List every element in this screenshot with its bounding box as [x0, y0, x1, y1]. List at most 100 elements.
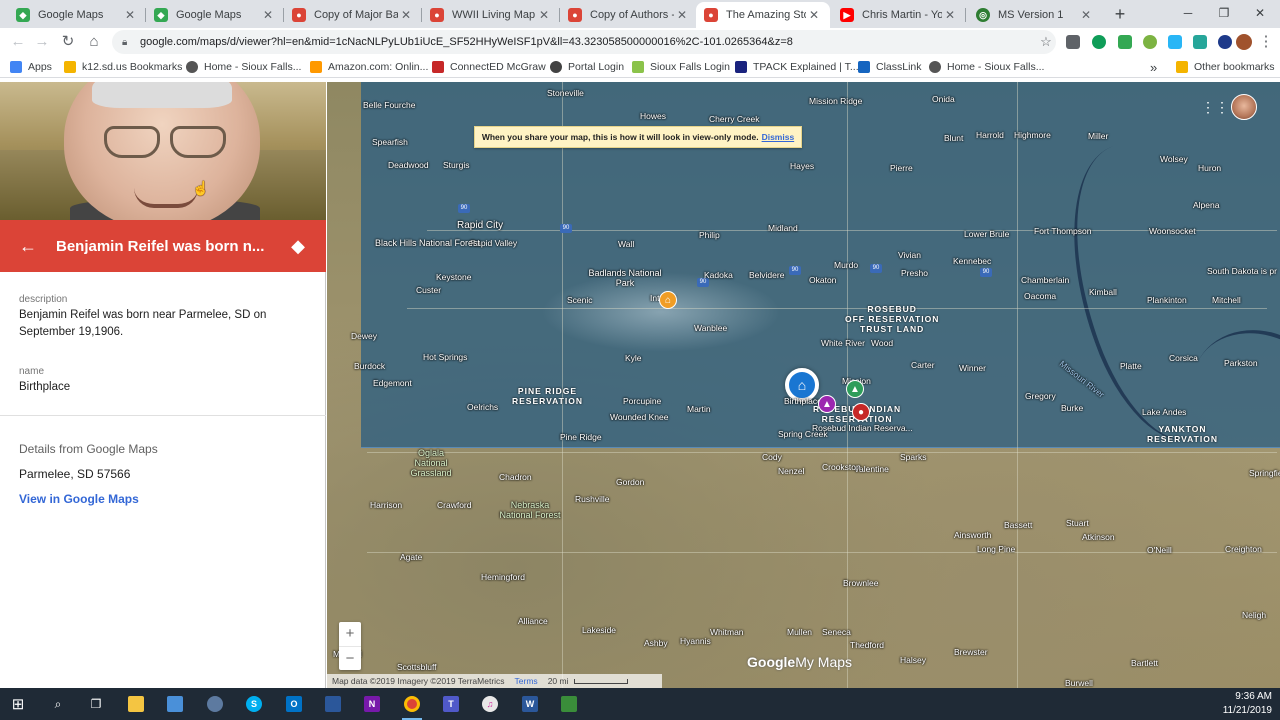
map-label: Dewey: [351, 331, 377, 341]
map-label: Halsey: [900, 655, 926, 665]
other-bookmarks[interactable]: Other bookmarks: [1176, 59, 1275, 75]
terms-link[interactable]: Terms: [515, 676, 538, 686]
tab-wwii-living-map[interactable]: ● WWII Living Map - ( ✕: [422, 2, 560, 28]
map-label: Cody: [762, 452, 782, 462]
extension-n-icon[interactable]: [1218, 35, 1232, 49]
close-tab-icon[interactable]: ✕: [1078, 8, 1094, 22]
tab-copy-of-major-battles[interactable]: ● Copy of Major Battl ✕: [284, 2, 422, 28]
bookmark-label: ConnectED McGraw: [450, 61, 546, 73]
bookmark-star-icon[interactable]: ☆: [1036, 34, 1056, 50]
mountain-marker-icon[interactable]: ▲: [818, 395, 836, 413]
close-window-button[interactable]: ✕: [1245, 4, 1275, 22]
tab-the-amazing-story[interactable]: ● The Amazing Story o ✕: [696, 2, 830, 28]
reload-icon[interactable]: ↻: [58, 32, 78, 52]
minimize-button[interactable]: ─: [1173, 4, 1203, 22]
zoom-in-button[interactable]: +: [339, 622, 361, 646]
back-icon[interactable]: ←: [8, 32, 28, 52]
directions-icon[interactable]: ◆: [270, 236, 326, 257]
bookmark-classlink[interactable]: ClassLink: [858, 59, 922, 75]
new-tab-button[interactable]: +: [1110, 4, 1130, 24]
map-label: Porcupine: [623, 396, 662, 406]
dismiss-link[interactable]: Dismiss: [762, 132, 795, 142]
menu-icon[interactable]: ⋮: [1256, 32, 1276, 52]
skype-icon[interactable]: S: [242, 692, 266, 716]
app-bird-icon[interactable]: [203, 692, 227, 716]
close-tab-icon[interactable]: ✕: [398, 8, 414, 22]
system-clock[interactable]: 9:36 AM 11/21/2019: [1192, 690, 1272, 718]
museum-marker-icon[interactable]: ⌂: [659, 291, 677, 309]
map-label: Kennebec: [953, 256, 992, 266]
extension-badge-icon[interactable]: [1092, 35, 1106, 49]
bookmark-label: Apps: [28, 61, 52, 73]
address-bar[interactable]: 🔒︎ google.com/maps/d/viewer?hl=en&mid=1c…: [112, 30, 1056, 54]
word-icon[interactable]: W: [518, 692, 542, 716]
bookmark-home-sioux-falls-2[interactable]: Home - Sioux Falls...: [929, 59, 1044, 75]
teams-icon[interactable]: T: [439, 692, 463, 716]
tab-ms-version-1[interactable]: ◎ MS Version 1 ✕: [968, 2, 1102, 28]
map-canvas[interactable]: 90 90 90 90 90 90 Belle Fourche Stonevil…: [327, 82, 1280, 688]
bookmark-tpack[interactable]: TPACK Explained | T...: [735, 59, 859, 75]
zoom-out-button[interactable]: −: [339, 647, 361, 671]
map-label: Corsica: [1169, 353, 1198, 363]
outlook-icon[interactable]: O: [282, 692, 306, 716]
itunes-icon[interactable]: ♫: [478, 692, 502, 716]
home-icon[interactable]: ⌂: [84, 32, 104, 52]
camp-marker-icon[interactable]: ▲: [846, 380, 864, 398]
map-label: Lake Andes: [1142, 407, 1187, 417]
bookmark-label: Other bookmarks: [1194, 61, 1275, 73]
close-tab-icon[interactable]: ✕: [942, 8, 958, 22]
extension-screen-icon[interactable]: [1168, 35, 1182, 49]
map-label: Mission Ridge: [809, 96, 863, 106]
close-tab-icon[interactable]: ✕: [122, 8, 138, 22]
map-label: Ashby: [644, 638, 668, 648]
map-label: Kyle: [625, 353, 642, 363]
bookmark-portal-login[interactable]: Portal Login: [550, 59, 624, 75]
start-windows-icon[interactable]: ⊞: [6, 692, 30, 716]
map-label: Bartlett: [1131, 658, 1158, 668]
onenote-icon[interactable]: N: [360, 692, 384, 716]
tab-google-maps-2[interactable]: ◆ Google Maps ✕: [146, 2, 284, 28]
map-label: Neligh: [1242, 610, 1267, 620]
store-icon[interactable]: [163, 692, 187, 716]
restore-button[interactable]: ❐: [1209, 4, 1239, 22]
bookmark-apps[interactable]: Apps: [10, 59, 52, 75]
back-arrow-icon[interactable]: ←: [0, 236, 56, 257]
tab-google-maps-1[interactable]: ◆ Google Maps ✕: [8, 2, 146, 28]
bookmark-label: k12.sd.us Bookmarks: [82, 61, 183, 73]
map-label: Sturgis: [443, 160, 470, 170]
task-view-icon[interactable]: ❐: [84, 692, 108, 716]
reservation-marker-icon[interactable]: ●: [852, 403, 870, 421]
bookmark-k12[interactable]: k12.sd.us Bookmarks: [64, 59, 182, 75]
file-explorer-icon[interactable]: [124, 692, 148, 716]
close-tab-icon[interactable]: ✕: [674, 8, 690, 22]
extension-shield-icon[interactable]: [1066, 35, 1080, 49]
forest-label: Oglala National Grassland: [410, 448, 452, 478]
close-tab-icon[interactable]: ✕: [260, 8, 276, 22]
login-icon: [632, 61, 644, 73]
bookmark-sioux-falls-login[interactable]: Sioux Falls Login: [632, 59, 730, 75]
bookmark-connected-mcgraw[interactable]: ConnectED McGraw: [432, 59, 546, 75]
calculator-icon[interactable]: [321, 692, 345, 716]
extension-cast-icon[interactable]: [1193, 35, 1207, 49]
chrome-icon[interactable]: [400, 692, 424, 720]
tab-label: MS Version 1: [998, 9, 1064, 21]
map-label: Burke: [1061, 403, 1084, 413]
avatar[interactable]: [1231, 94, 1257, 120]
tab-copy-of-authors[interactable]: ● Copy of Authors - G ✕: [560, 2, 698, 28]
bookmarks-overflow-button[interactable]: »: [1150, 59, 1157, 75]
apps-grid-icon[interactable]: ⋮⋮: [1201, 100, 1229, 114]
extension-green-icon[interactable]: [1118, 35, 1132, 49]
forward-icon[interactable]: →: [32, 32, 52, 52]
tab-chris-martin-youtube[interactable]: ▶ Chris Martin - YouTu ✕: [832, 2, 966, 28]
bookmark-home-sioux-falls-1[interactable]: Home - Sioux Falls...: [186, 59, 301, 75]
screencast-icon[interactable]: [557, 692, 581, 716]
map-label: Chadron: [499, 472, 532, 482]
close-tab-icon[interactable]: ✕: [536, 8, 552, 22]
extension-plus-icon[interactable]: [1143, 35, 1157, 49]
profile-avatar-icon[interactable]: [1236, 34, 1252, 50]
bookmark-amazon[interactable]: Amazon.com: Onlin...: [310, 59, 428, 75]
logo-mymaps: My Maps: [795, 654, 853, 670]
view-in-google-maps-link[interactable]: View in Google Maps: [19, 492, 139, 506]
search-icon[interactable]: ⌕: [46, 692, 70, 716]
close-tab-icon[interactable]: ✕: [806, 8, 822, 22]
